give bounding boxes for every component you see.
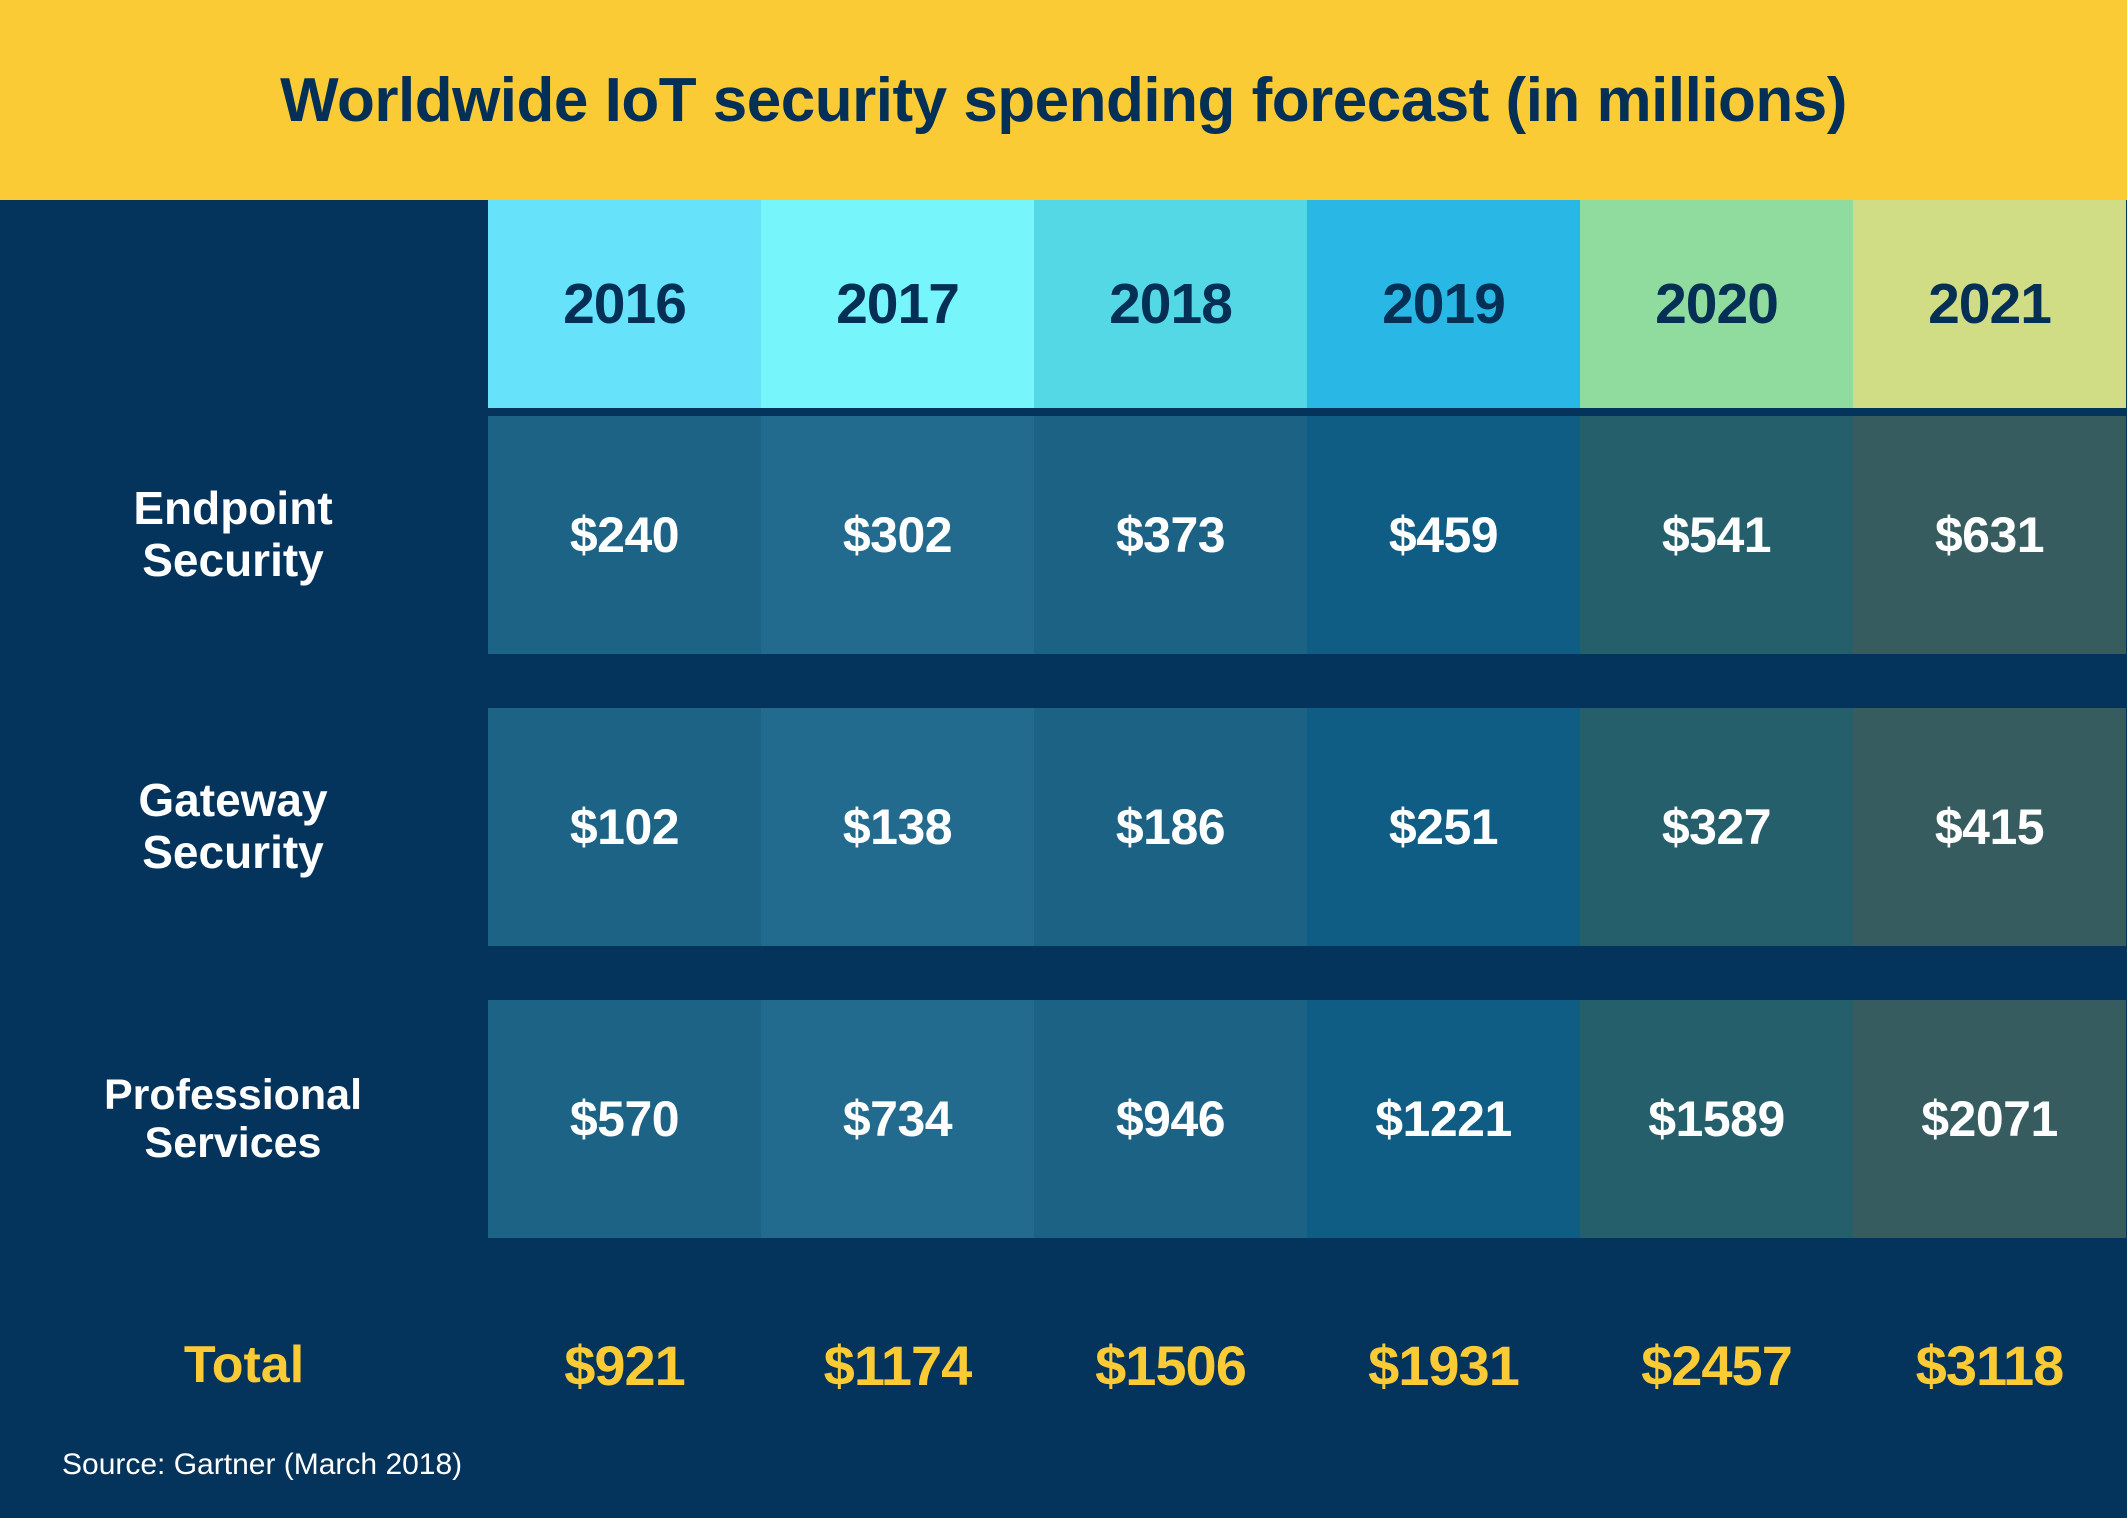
column-header-2021: 2021 [1853,200,2126,408]
row-label-line2: Services [144,1119,322,1167]
row-label-line1: Gateway [138,774,328,827]
total-cell: $1506 [1034,1290,1307,1440]
infographic-root: Worldwide IoT security spending forecast… [0,0,2127,1518]
row-gap [1307,1238,1580,1290]
row-label-line1: Endpoint [133,482,333,535]
total-cell: $1174 [761,1290,1034,1440]
row-gap [761,408,1034,416]
total-cell: $2457 [1580,1290,1853,1440]
row-label-total: Total [0,1290,488,1440]
page-title: Worldwide IoT security spending forecast… [280,65,1847,135]
column-header-2016: 2016 [488,200,761,408]
row-gap [0,946,488,1000]
row-gap [488,1238,761,1290]
row-gap [488,654,761,708]
row-gap [0,408,488,416]
row-gap [1034,408,1307,416]
table-cell: $946 [1034,1000,1307,1238]
row-gap [1034,946,1307,1000]
row-gap [1853,408,2126,416]
row-gap [1580,654,1853,708]
row-gap [1853,946,2126,1000]
column-header-2017: 2017 [761,200,1034,408]
total-cell: $921 [488,1290,761,1440]
row-gap [761,946,1034,1000]
table-cell: $1221 [1307,1000,1580,1238]
table-cell: $302 [761,416,1034,654]
data-table: 2016 2017 2018 2019 2020 2021 Endpoint S… [0,200,2127,1440]
table-cell: $459 [1307,416,1580,654]
source-note: Source: Gartner (March 2018) [62,1448,463,1481]
total-cell: $1931 [1307,1290,1580,1440]
table-grid: 2016 2017 2018 2019 2020 2021 Endpoint S… [0,200,2127,1440]
column-header-2018: 2018 [1034,200,1307,408]
table-cell: $373 [1034,416,1307,654]
table-cell: $631 [1853,416,2126,654]
table-cell: $102 [488,708,761,946]
total-cell: $3118 [1853,1290,2126,1440]
table-cell: $415 [1853,708,2126,946]
column-header-2019: 2019 [1307,200,1580,408]
row-gap [1580,408,1853,416]
table-cell: $734 [761,1000,1034,1238]
row-label-professional-services: Professional Services [0,1000,488,1238]
row-gap [1853,654,2126,708]
row-gap [1580,1238,1853,1290]
table-cell: $2071 [1853,1000,2126,1238]
row-label-line2: Security [142,826,324,878]
header-corner-cell [0,200,488,408]
row-label-line2: Security [142,534,324,586]
row-gap [1034,1238,1307,1290]
table-cell: $186 [1034,708,1307,946]
row-gap [0,1238,488,1290]
row-gap [1034,654,1307,708]
row-label-endpoint-security: Endpoint Security [0,416,488,654]
row-gap [488,408,761,416]
row-gap [488,946,761,1000]
table-cell: $251 [1307,708,1580,946]
table-cell: $1589 [1580,1000,1853,1238]
row-gap [761,1238,1034,1290]
table-cell: $541 [1580,416,1853,654]
title-banner: Worldwide IoT security spending forecast… [0,0,2127,200]
table-cell: $240 [488,416,761,654]
row-gap [0,654,488,708]
row-gap [1307,654,1580,708]
row-label-line1: Professional [103,1070,363,1119]
row-gap [1307,946,1580,1000]
row-label-gateway-security: Gateway Security [0,708,488,946]
row-gap [1307,408,1580,416]
row-gap [1853,1238,2126,1290]
table-cell: $570 [488,1000,761,1238]
column-header-2020: 2020 [1580,200,1853,408]
row-gap [761,654,1034,708]
row-gap [1580,946,1853,1000]
table-cell: $327 [1580,708,1853,946]
table-cell: $138 [761,708,1034,946]
